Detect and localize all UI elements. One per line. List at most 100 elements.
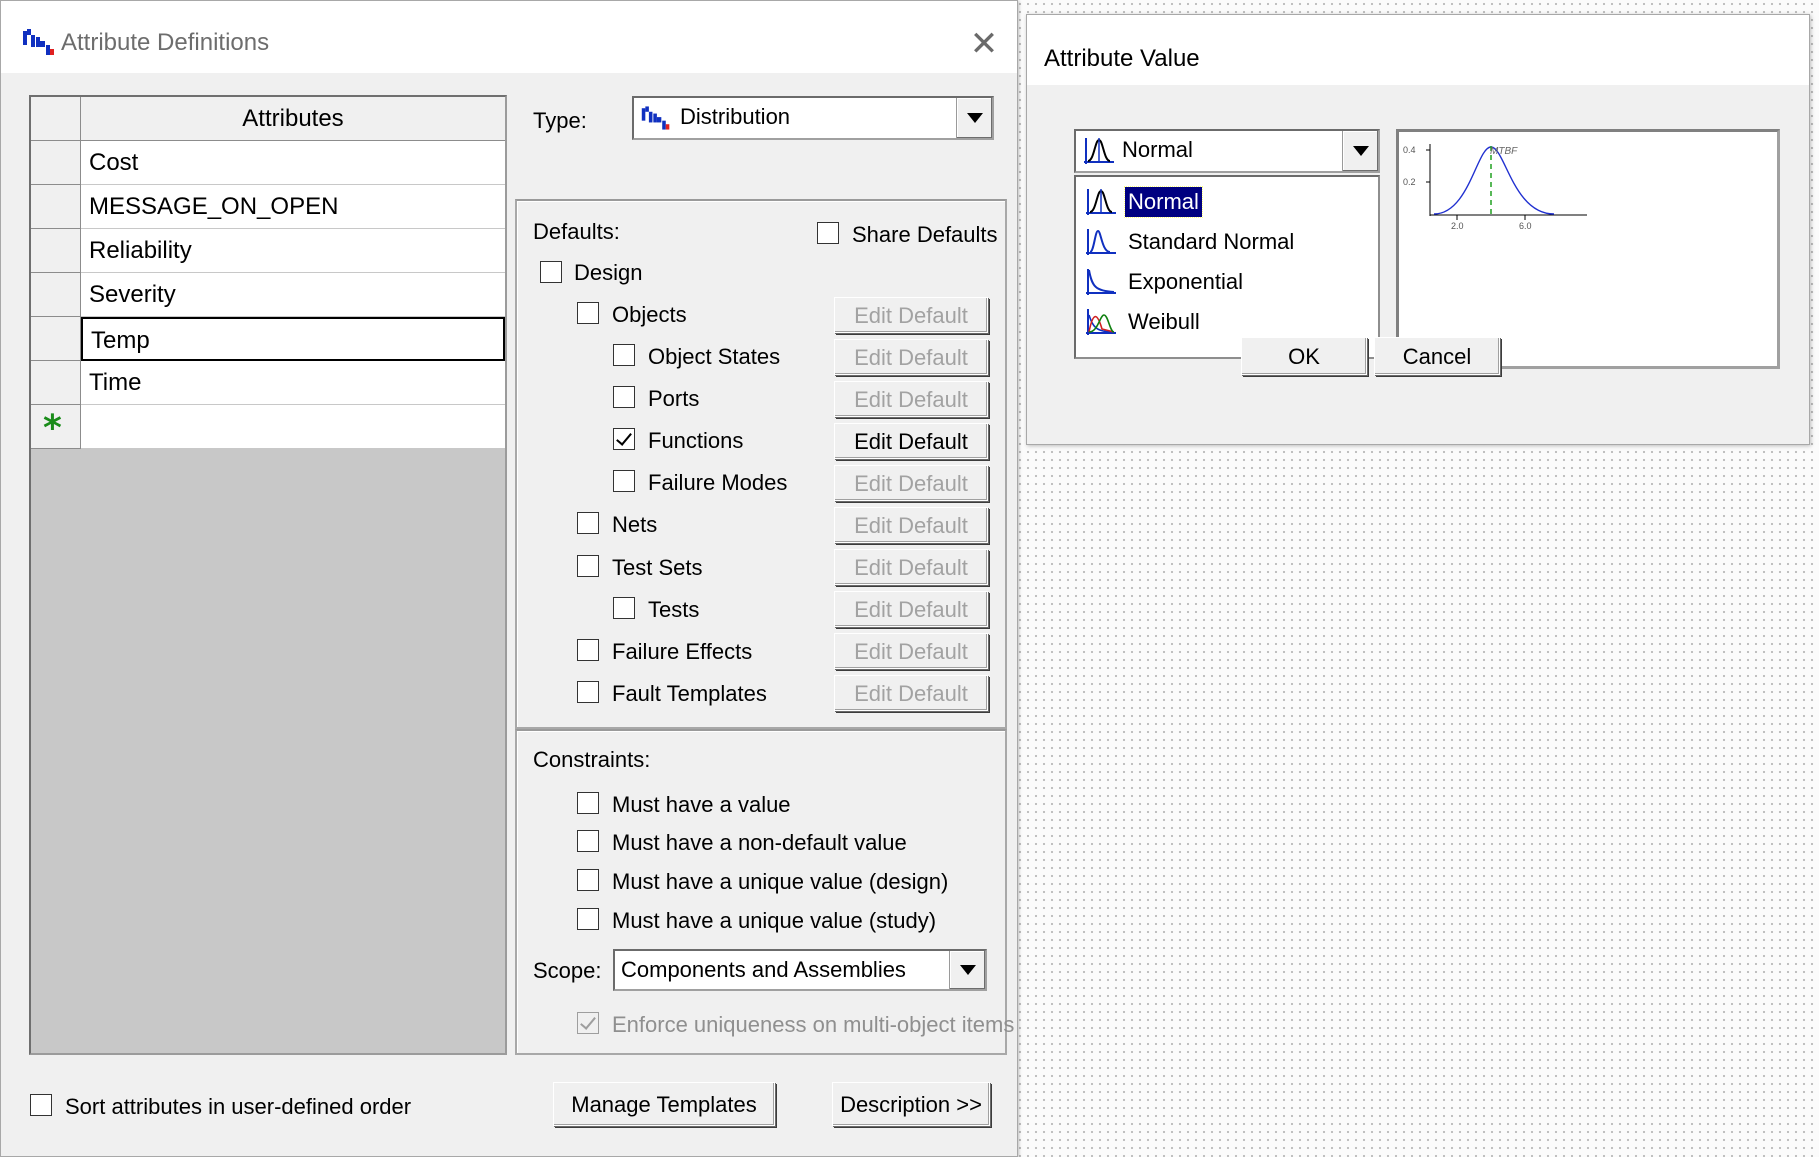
failure-effects-edit-default-button[interactable]: Edit Default	[834, 633, 988, 669]
chevron-down-icon	[960, 965, 976, 975]
unique-study-label: Must have a unique value (study)	[612, 908, 937, 933]
table-row[interactable]: Severity	[31, 273, 505, 317]
failure-effects-checkbox[interactable]	[577, 639, 599, 661]
type-dropdown[interactable]: Distribution	[632, 96, 994, 140]
attribute-cell[interactable]: MESSAGE_ON_OPEN	[81, 185, 505, 229]
nets-label: Nets	[612, 512, 658, 537]
enforce-uniqueness-checkbox[interactable]	[577, 1012, 599, 1034]
exponential-icon	[1086, 269, 1116, 295]
table-row[interactable]: Temp	[31, 317, 505, 361]
cancel-button[interactable]: Cancel	[1374, 337, 1500, 375]
failure-modes-checkbox[interactable]	[613, 470, 635, 492]
new-row[interactable]: *	[31, 405, 505, 449]
object-states-checkbox[interactable]	[613, 344, 635, 366]
column-header-attributes[interactable]: Attributes	[81, 97, 505, 141]
ports-checkbox[interactable]	[613, 386, 635, 408]
new-attribute-cell[interactable]	[81, 405, 505, 449]
ports-edit-default-button[interactable]: Edit Default	[834, 381, 988, 417]
row-selector[interactable]	[31, 141, 81, 185]
attribute-cell[interactable]: Cost	[81, 141, 505, 185]
failure-modes-label: Failure Modes	[648, 470, 788, 495]
constraints-label: Constraints:	[533, 747, 651, 772]
distribution-value: Normal	[1122, 137, 1193, 162]
tests-label: Tests	[648, 597, 700, 622]
fault-templates-label: Fault Templates	[612, 681, 767, 706]
ports-label: Ports	[648, 386, 700, 411]
y-tick-label: 0.4	[1403, 145, 1416, 155]
x-tick-label: 2.0	[1451, 221, 1464, 231]
functions-label: Functions	[648, 428, 744, 453]
table-row[interactable]: MESSAGE_ON_OPEN	[31, 185, 505, 229]
attribute-cell[interactable]: Severity	[81, 273, 505, 317]
test-sets-checkbox[interactable]	[577, 555, 599, 577]
list-item-label: Weibull	[1128, 309, 1200, 334]
design-checkbox[interactable]	[540, 261, 562, 283]
window-title: Attribute Definitions	[61, 29, 270, 56]
unique-study-checkbox[interactable]	[577, 908, 599, 930]
manage-templates-button[interactable]: Manage Templates	[553, 1082, 775, 1126]
objects-checkbox[interactable]	[577, 302, 599, 324]
table-row[interactable]: Reliability	[31, 229, 505, 273]
attribute-cell[interactable]: Reliability	[81, 229, 505, 273]
list-item-label: Normal	[1124, 186, 1203, 218]
sort-attributes-checkbox[interactable]	[30, 1094, 52, 1116]
share-defaults-label: Share Defaults	[852, 222, 998, 247]
distribution-list[interactable]: Normal Standard Normal Exponential Weibu…	[1074, 175, 1380, 359]
share-defaults-checkbox[interactable]	[817, 222, 839, 244]
unique-design-label: Must have a unique value (design)	[612, 869, 949, 894]
nets-edit-default-button[interactable]: Edit Default	[834, 507, 988, 543]
nets-checkbox[interactable]	[577, 512, 599, 534]
normal-dist-icon	[1084, 138, 1114, 164]
sort-attributes-label: Sort attributes in user-defined order	[65, 1094, 412, 1119]
attribute-cell[interactable]: Time	[81, 361, 505, 405]
row-selector[interactable]	[31, 185, 81, 229]
new-row-star-icon: *	[43, 408, 62, 449]
failure-modes-edit-default-button[interactable]: Edit Default	[834, 465, 988, 501]
close-icon[interactable]: ✕	[963, 23, 1005, 65]
attribute-value-window: Attribute Value Normal Normal Standard N…	[1026, 14, 1810, 445]
scope-dropdown[interactable]: Components and Assemblies	[613, 949, 987, 991]
select-all-cell[interactable]	[31, 97, 81, 141]
test-sets-edit-default-button[interactable]: Edit Default	[834, 549, 988, 585]
table-row[interactable]: Time	[31, 361, 505, 405]
scope-label: Scope:	[533, 958, 602, 983]
grid-header: Attributes	[31, 97, 505, 141]
fault-templates-checkbox[interactable]	[577, 681, 599, 703]
distribution-dropdown-button[interactable]	[1342, 131, 1378, 171]
chevron-down-icon	[967, 113, 983, 123]
x-tick-label: 6.0	[1519, 221, 1532, 231]
distribution-dropdown[interactable]: Normal	[1074, 129, 1380, 173]
scope-value: Components and Assemblies	[621, 957, 906, 982]
failure-effects-label: Failure Effects	[612, 639, 753, 664]
type-dropdown-button[interactable]	[956, 98, 992, 138]
attribute-cell-active[interactable]: Temp	[81, 317, 505, 361]
scope-dropdown-button[interactable]	[949, 951, 985, 989]
design-label: Design	[574, 260, 643, 285]
tests-edit-default-button[interactable]: Edit Default	[834, 591, 988, 627]
unique-design-checkbox[interactable]	[577, 869, 599, 891]
tests-checkbox[interactable]	[613, 597, 635, 619]
title-bar: Attribute Value	[1027, 15, 1809, 85]
row-selector[interactable]: *	[31, 405, 81, 449]
description-button[interactable]: Description >>	[832, 1082, 990, 1126]
must-have-value-checkbox[interactable]	[577, 792, 599, 814]
must-have-non-default-checkbox[interactable]	[577, 830, 599, 852]
functions-checkbox[interactable]	[613, 428, 635, 450]
normal-dist-icon	[1086, 189, 1116, 215]
row-selector[interactable]	[31, 229, 81, 273]
table-row[interactable]: Cost	[31, 141, 505, 185]
distribution-icon	[641, 106, 670, 130]
must-have-value-label: Must have a value	[612, 792, 791, 817]
objects-edit-default-button[interactable]: Edit Default	[834, 297, 988, 333]
object-states-label: Object States	[648, 344, 781, 369]
object-states-edit-default-button[interactable]: Edit Default	[834, 339, 988, 375]
functions-edit-default-button[interactable]: Edit Default	[834, 423, 988, 459]
row-selector[interactable]	[31, 317, 81, 361]
weibull-icon	[1086, 309, 1116, 335]
ok-button[interactable]: OK	[1241, 337, 1367, 375]
row-selector[interactable]	[31, 361, 81, 405]
row-selector[interactable]	[31, 273, 81, 317]
attribute-definitions-window: Attribute Definitions ✕ Attributes Cost …	[0, 0, 1018, 1157]
fault-templates-edit-default-button[interactable]: Edit Default	[834, 675, 988, 711]
list-item-label: Exponential	[1128, 269, 1243, 294]
